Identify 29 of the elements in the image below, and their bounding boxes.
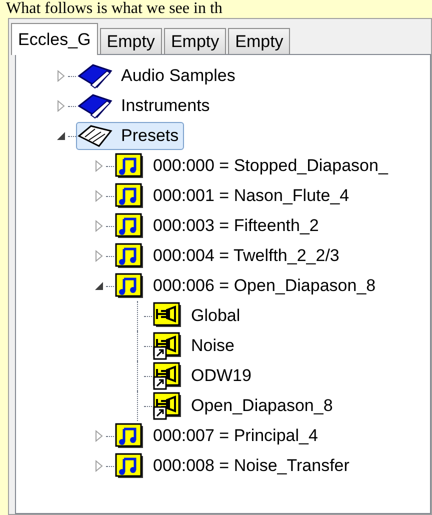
tree-item[interactable]: 000:008 = Noise_Transfer	[114, 452, 354, 480]
tree-item[interactable]: 000:007 = Principal_4	[114, 422, 323, 450]
music-note-icon	[115, 183, 145, 209]
tree-item[interactable]: Audio Samples	[76, 62, 240, 90]
tree-item[interactable]: 000:001 = Nason_Flute_4	[114, 182, 354, 210]
tab[interactable]: Empty	[100, 28, 162, 54]
tree-item[interactable]: 000:004 = Twelfth_2_2/3	[114, 242, 344, 270]
music-note-icon	[115, 423, 145, 449]
tree-item[interactable]: 000:000 = Stopped_Diapason_	[114, 152, 393, 180]
tab[interactable]: Empty	[228, 28, 290, 54]
music-note-icon	[115, 453, 145, 479]
music-note-icon	[115, 243, 145, 269]
tree-item[interactable]: Open_Diapason_8	[152, 392, 338, 420]
open-book-icon	[77, 123, 113, 149]
tree-item[interactable]: Global	[152, 302, 246, 330]
music-note-icon	[115, 153, 145, 179]
tree-item[interactable]: ODW19	[152, 362, 256, 390]
tree-item[interactable]: 000:003 = Fifteenth_2	[114, 212, 324, 240]
music-note-icon	[115, 273, 145, 299]
caption-text: What follows is what we see in th	[5, 0, 224, 18]
book-icon	[77, 93, 113, 119]
book-icon	[77, 63, 113, 89]
tree-item[interactable]: 000:006 = Open_Diapason_8	[114, 272, 381, 300]
tree-item[interactable]: Instruments	[76, 92, 215, 120]
tree-item[interactable]: Noise	[152, 332, 240, 360]
tree-item[interactable]: Presets	[76, 122, 184, 150]
tab[interactable]: Eccles_G	[11, 23, 98, 55]
tab[interactable]: Empty	[164, 28, 226, 54]
music-note-icon	[115, 213, 145, 239]
